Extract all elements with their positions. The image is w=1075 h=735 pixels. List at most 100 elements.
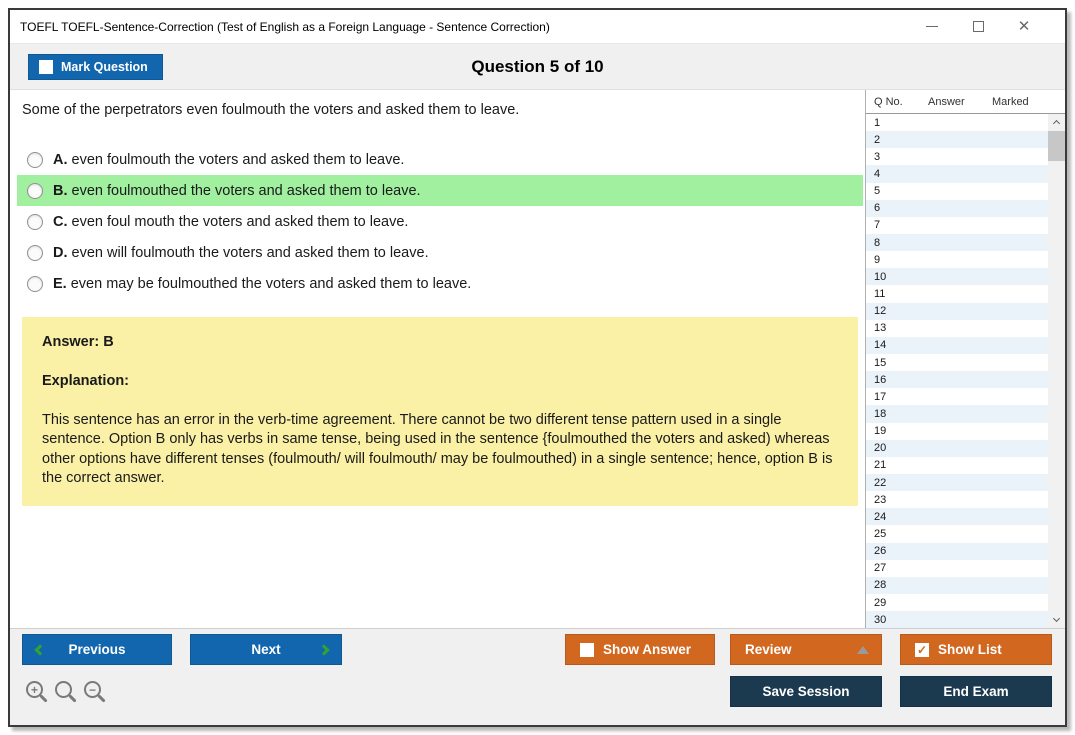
question-number: 22	[866, 477, 886, 489]
option-text: even foulmouthed the voters and asked th…	[72, 183, 421, 199]
zoom-reset-icon[interactable]	[55, 681, 72, 698]
question-list-row[interactable]: 24	[866, 508, 1048, 525]
question-list-row[interactable]: 26	[866, 543, 1048, 560]
answer-option-b[interactable]: B. even foulmouthed the voters and asked…	[17, 175, 863, 206]
question-list-row[interactable]: 7	[866, 217, 1048, 234]
chevron-left-icon	[34, 644, 45, 655]
dropdown-up-icon	[857, 646, 869, 654]
radio-button-d[interactable]	[27, 245, 43, 261]
radio-button-b[interactable]	[27, 183, 43, 199]
question-number: 5	[866, 185, 880, 197]
column-marked: Marked	[992, 96, 1046, 108]
question-list-row[interactable]: 17	[866, 388, 1048, 405]
question-number: 10	[866, 271, 886, 283]
question-list-row[interactable]: 28	[866, 577, 1048, 594]
zoom-tools: + −	[26, 681, 101, 698]
question-list-row[interactable]: 1	[866, 114, 1048, 131]
mark-question-checkbox[interactable]	[39, 60, 53, 74]
question-number: 11	[866, 288, 885, 300]
show-answer-checkbox[interactable]	[580, 643, 594, 657]
question-list-row[interactable]: 25	[866, 525, 1048, 542]
question-list-row[interactable]: 9	[866, 251, 1048, 268]
column-answer: Answer	[928, 96, 992, 108]
question-list-row[interactable]: 30	[866, 611, 1048, 628]
question-number: 1	[866, 117, 880, 129]
question-number: 25	[866, 528, 886, 540]
question-list-row[interactable]: 18	[866, 405, 1048, 422]
question-number: 9	[866, 254, 880, 266]
answer-option-e[interactable]: E. even may be foulmouthed the voters an…	[10, 268, 863, 299]
scroll-up-icon[interactable]	[1048, 114, 1065, 130]
minimize-button[interactable]	[909, 12, 955, 42]
radio-button-e[interactable]	[27, 276, 43, 292]
question-list-row[interactable]: 6	[866, 200, 1048, 217]
save-session-button[interactable]: Save Session	[730, 676, 882, 707]
show-answer-button[interactable]: Show Answer	[565, 634, 715, 665]
close-button[interactable]: ✕	[1001, 12, 1047, 42]
question-list: 1234567891011121314151617181920212223242…	[866, 114, 1048, 628]
scrollbar[interactable]	[1048, 114, 1065, 628]
question-number: 21	[866, 459, 886, 471]
radio-button-a[interactable]	[27, 152, 43, 168]
mark-question-button[interactable]: Mark Question	[28, 54, 163, 80]
window-title: TOEFL TOEFL-Sentence-Correction (Test of…	[10, 20, 550, 34]
previous-label: Previous	[68, 642, 125, 657]
question-list-row[interactable]: 29	[866, 594, 1048, 611]
question-number: 14	[866, 339, 886, 351]
show-list-label: Show List	[938, 642, 1002, 657]
maximize-button[interactable]	[955, 12, 1001, 42]
question-list-row[interactable]: 10	[866, 268, 1048, 285]
question-list-row[interactable]: 16	[866, 371, 1048, 388]
question-number: 20	[866, 442, 886, 454]
question-list-row[interactable]: 27	[866, 560, 1048, 577]
question-list-row[interactable]: 20	[866, 440, 1048, 457]
question-list-row[interactable]: 4	[866, 165, 1048, 182]
question-number: 19	[866, 425, 886, 437]
review-dropdown[interactable]: Review	[730, 634, 882, 665]
chevron-right-icon	[318, 644, 329, 655]
zoom-out-icon[interactable]: −	[84, 681, 101, 698]
question-list-row[interactable]: 22	[866, 474, 1048, 491]
question-list-panel: Q No. Answer Marked 12345678910111213141…	[865, 90, 1065, 628]
question-list-row[interactable]: 14	[866, 337, 1048, 354]
question-number: 29	[866, 597, 886, 609]
question-list-row[interactable]: 5	[866, 183, 1048, 200]
app-window: TOEFL TOEFL-Sentence-Correction (Test of…	[8, 8, 1067, 727]
option-text: even foul mouth the voters and asked the…	[72, 214, 409, 230]
question-list-row[interactable]: 3	[866, 148, 1048, 165]
question-number: 26	[866, 545, 886, 557]
answer-option-c[interactable]: C. even foul mouth the voters and asked …	[10, 206, 863, 237]
show-list-button[interactable]: Show List	[900, 634, 1052, 665]
option-text: even may be foulmouthed the voters and a…	[71, 276, 472, 292]
question-area: Some of the perpetrators even foulmouth …	[10, 90, 865, 628]
end-exam-label: End Exam	[943, 684, 1008, 699]
question-list-row[interactable]: 15	[866, 354, 1048, 371]
radio-button-c[interactable]	[27, 214, 43, 230]
question-list-row[interactable]: 11	[866, 285, 1048, 302]
zoom-in-icon[interactable]: +	[26, 681, 43, 698]
question-list-header: Q No. Answer Marked	[866, 90, 1065, 114]
question-list-row[interactable]: 2	[866, 131, 1048, 148]
title-bar: TOEFL TOEFL-Sentence-Correction (Test of…	[10, 10, 1065, 44]
question-list-row[interactable]: 21	[866, 457, 1048, 474]
question-list-row[interactable]: 8	[866, 234, 1048, 251]
previous-button[interactable]: Previous	[22, 634, 172, 665]
scroll-down-icon[interactable]	[1048, 612, 1065, 628]
question-number: 8	[866, 237, 880, 249]
option-letter: E.	[53, 276, 67, 292]
answer-option-d[interactable]: D. even will foulmouth the voters and as…	[10, 237, 863, 268]
answer-label: Answer: B	[42, 333, 838, 352]
question-list-row[interactable]: 13	[866, 320, 1048, 337]
question-number: 3	[866, 151, 880, 163]
end-exam-button[interactable]: End Exam	[900, 676, 1052, 707]
answer-option-a[interactable]: A. even foulmouth the voters and asked t…	[10, 144, 863, 175]
question-list-row[interactable]: 23	[866, 491, 1048, 508]
question-header: Mark Question Question 5 of 10	[10, 44, 1065, 90]
save-session-label: Save Session	[762, 684, 849, 699]
answer-explanation-panel: Answer: B Explanation: This sentence has…	[22, 317, 858, 506]
next-button[interactable]: Next	[190, 634, 342, 665]
show-list-checkbox[interactable]	[915, 643, 929, 657]
question-list-row[interactable]: 19	[866, 423, 1048, 440]
question-list-row[interactable]: 12	[866, 303, 1048, 320]
scrollbar-thumb[interactable]	[1048, 131, 1065, 161]
